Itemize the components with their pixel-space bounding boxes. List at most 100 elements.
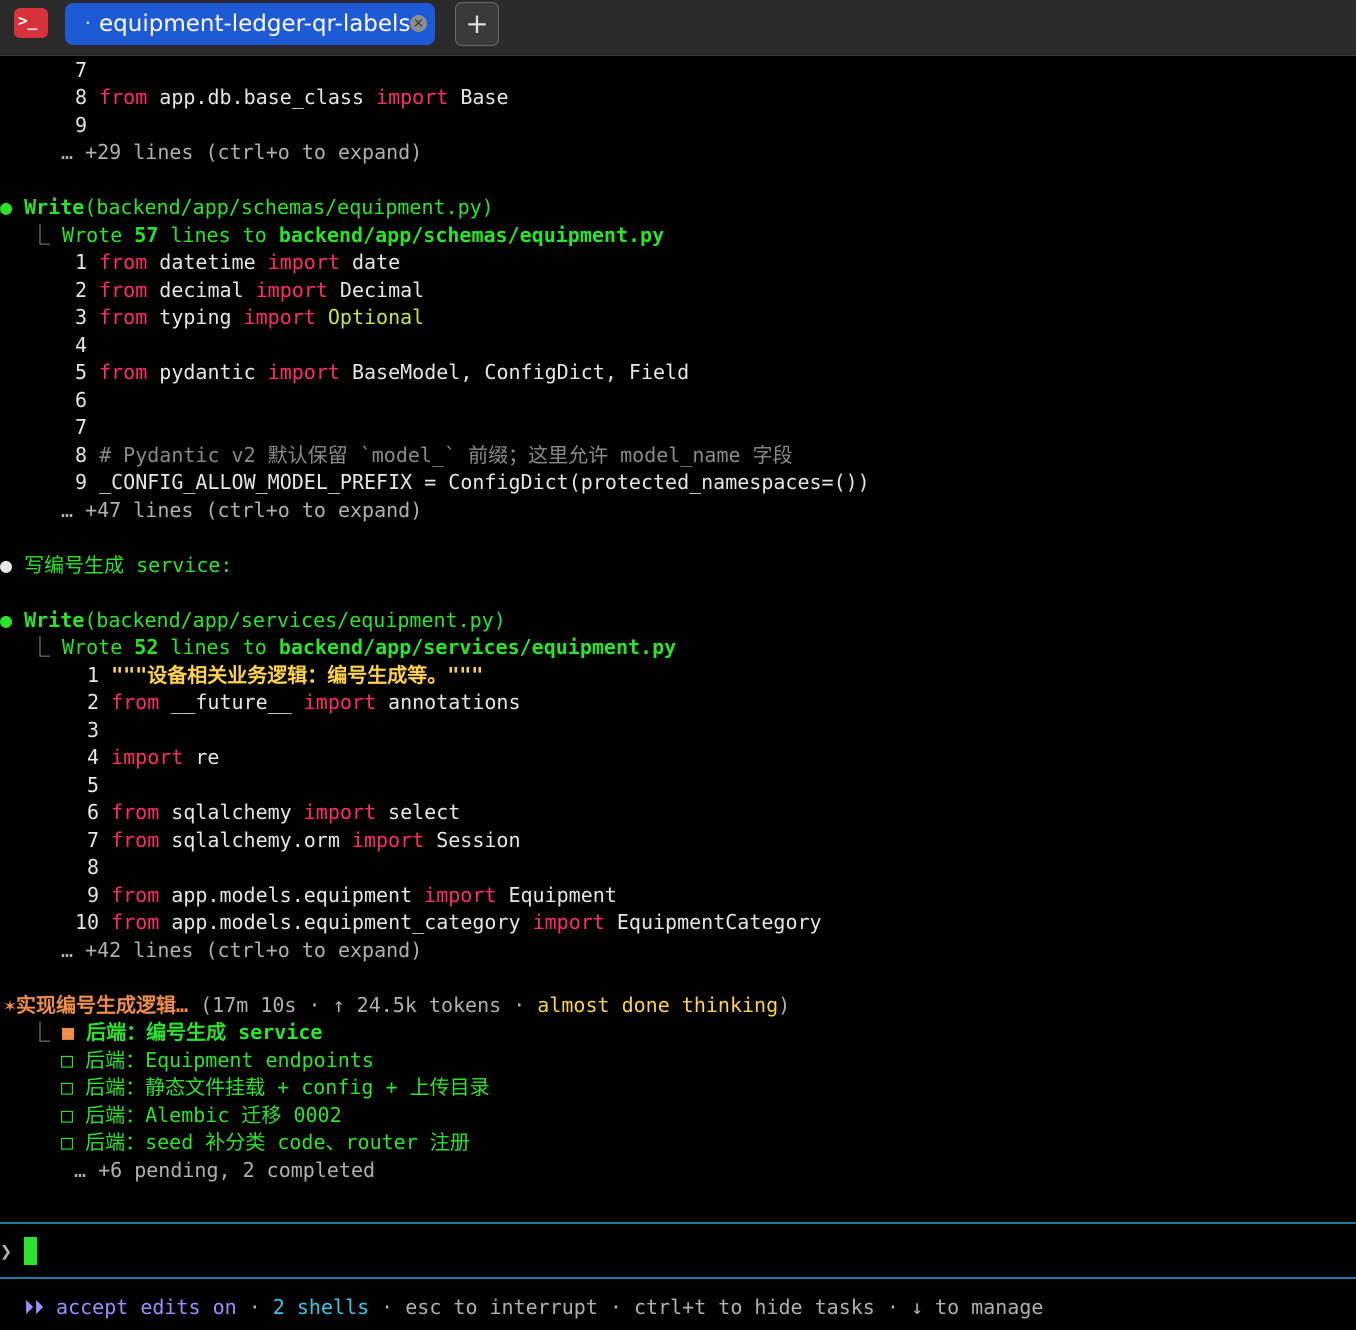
bullet-icon: ● xyxy=(0,553,13,577)
code-text: __future__ xyxy=(159,690,304,714)
code-text: datetime xyxy=(147,250,268,274)
branch-icon: ⎿ xyxy=(30,223,50,247)
line-number: 8 xyxy=(75,85,88,109)
todo-summary: … +6 pending, 2 completed xyxy=(74,1158,376,1182)
todo-label: 后端：编号生成 service xyxy=(86,1020,323,1044)
code-line: 9 _CONFIG_ALLOW_MODEL_PREFIX = ConfigDic… xyxy=(75,469,870,496)
code-text: Decimal xyxy=(327,278,425,302)
line-count: 52 xyxy=(134,635,159,659)
checkbox-filled-icon: ■ xyxy=(62,1020,75,1044)
keyword: import xyxy=(267,360,340,384)
todo-label: 后端：Equipment endpoints xyxy=(85,1048,374,1072)
tool-path: (backend/app/schemas/equipment.py) xyxy=(84,195,494,219)
code-line: 1 from datetime import date xyxy=(75,249,400,276)
tool-name: Write xyxy=(24,608,85,632)
line-number: 2 xyxy=(75,278,88,302)
code-line: 4 import re xyxy=(87,744,219,771)
code-line: 2 from decimal import Decimal xyxy=(75,277,424,304)
tool-call-header: ● Write(backend/app/services/equipment.p… xyxy=(0,607,506,634)
result-text: Wrote xyxy=(50,223,135,247)
code-text: sqlalchemy.orm xyxy=(159,828,352,852)
line-number: 2 xyxy=(87,690,100,714)
result-text: Wrote xyxy=(50,635,135,659)
unsaved-dot-icon: · xyxy=(85,13,91,34)
current-task: 实现编号生成逻辑… xyxy=(16,993,189,1017)
line-number: 9 xyxy=(87,883,100,907)
line-number: 4 xyxy=(75,333,88,357)
expand-hint[interactable]: … +29 lines (ctrl+o to expand) xyxy=(61,139,422,166)
docstring: """设备相关业务逻辑：编号生成等。""" xyxy=(111,663,484,687)
line-number: 1 xyxy=(75,250,88,274)
code-line: 7 from sqlalchemy.orm import Session xyxy=(87,827,521,854)
todo-item: □ 后端：静态文件挂载 + config + 上传目录 xyxy=(61,1074,490,1101)
keyword: from xyxy=(99,85,148,109)
keyword: import xyxy=(376,85,449,109)
expand-hint[interactable]: … +47 lines (ctrl+o to expand) xyxy=(61,497,422,524)
keyword: from xyxy=(99,305,148,329)
input-top-border xyxy=(0,1222,1356,1224)
code-text: pydantic xyxy=(147,360,268,384)
shells-count[interactable]: 2 shells xyxy=(273,1295,369,1319)
code-line: 8 # Pydantic v2 默认保留 `model_` 前缀；这里允许 mo… xyxy=(75,442,793,469)
bullet-icon: ● xyxy=(0,195,13,219)
code-text: Session xyxy=(424,828,521,852)
keyword: import xyxy=(351,828,425,852)
code-text: app.models.equipment xyxy=(159,883,425,907)
new-tab-button[interactable]: + xyxy=(455,2,499,46)
code-line: 8 from app.db.base_class import Base xyxy=(75,84,509,111)
file-path: backend/app/schemas/equipment.py xyxy=(278,223,665,247)
code-line: 10 from app.models.equipment_category im… xyxy=(75,909,822,936)
accept-edits-mode[interactable]: accept edits on xyxy=(44,1295,237,1319)
line-number: 5 xyxy=(87,773,100,797)
keyword: import xyxy=(424,883,497,907)
keyword: import xyxy=(243,305,316,329)
code-line: 5 from pydantic import BaseModel, Config… xyxy=(75,359,689,386)
tool-result: ⎿ Wrote 52 lines to backend/app/services… xyxy=(30,634,676,661)
tool-path: (backend/app/services/equipment.py) xyxy=(84,608,506,632)
terminal-app-icon[interactable]: >_ xyxy=(14,8,48,38)
result-text: lines to xyxy=(158,223,279,247)
close-icon[interactable]: × xyxy=(410,15,427,32)
footer-hints: · esc to interrupt · ctrl+t to hide task… xyxy=(369,1295,1044,1319)
keyword: from xyxy=(99,250,148,274)
input-cursor[interactable] xyxy=(24,1237,37,1265)
keyword: from xyxy=(99,278,148,302)
line-number: 8 xyxy=(87,855,100,879)
code-text: re xyxy=(183,745,220,769)
todo-item: □ 后端：Equipment endpoints xyxy=(61,1047,374,1074)
code-text: EquipmentCategory xyxy=(604,910,822,934)
todo-active: ⎿ ■ 后端：编号生成 service xyxy=(30,1019,322,1046)
line-number: 7 xyxy=(75,415,88,439)
tab-title: equipment-ledger-qr-labels xyxy=(99,11,411,37)
keyword: from xyxy=(111,910,160,934)
code-text: typing xyxy=(147,305,244,329)
prompt-icon: ❯ xyxy=(0,1239,13,1263)
status-footer: ⏵⏵ accept edits on · 2 shells · esc to i… xyxy=(24,1293,1043,1321)
keyword: import xyxy=(111,745,184,769)
tool-call-header: ● Write(backend/app/schemas/equipment.py… xyxy=(0,194,494,221)
keyword: from xyxy=(111,690,160,714)
keyword: import xyxy=(255,278,328,302)
line-number: 5 xyxy=(75,360,88,384)
line-number: 10 xyxy=(75,910,100,934)
separator-dot: · xyxy=(236,1295,273,1319)
todo-label: 后端：seed 补分类 code、router 注册 xyxy=(85,1130,470,1154)
todo-item: □ 后端：Alembic 迁移 0002 xyxy=(61,1102,342,1129)
tab-active[interactable]: · equipment-ledger-qr-labels × xyxy=(65,3,435,45)
line-number: 9 xyxy=(75,113,88,137)
code-text: app.db.base_class xyxy=(147,85,377,109)
expand-hint[interactable]: … +42 lines (ctrl+o to expand) xyxy=(61,937,422,964)
keyword: from xyxy=(111,800,160,824)
bullet-icon: ● xyxy=(0,608,13,632)
keyword: from xyxy=(111,883,160,907)
assistant-message: ● 写编号生成 service: xyxy=(0,552,232,579)
code-line: 9 from app.models.equipment import Equip… xyxy=(87,882,617,909)
tab-bar: >_ · equipment-ledger-qr-labels × + xyxy=(0,0,1356,56)
keyword: import xyxy=(303,800,377,824)
line-number: 6 xyxy=(87,800,100,824)
code-text: app.models.equipment_category xyxy=(159,910,533,934)
line-number: 1 xyxy=(87,663,100,687)
mode-arrows-icon[interactable]: ⏵⏵ xyxy=(24,1295,44,1319)
line-count: 57 xyxy=(134,223,159,247)
code-text: BaseModel, ConfigDict, Field xyxy=(339,360,690,384)
